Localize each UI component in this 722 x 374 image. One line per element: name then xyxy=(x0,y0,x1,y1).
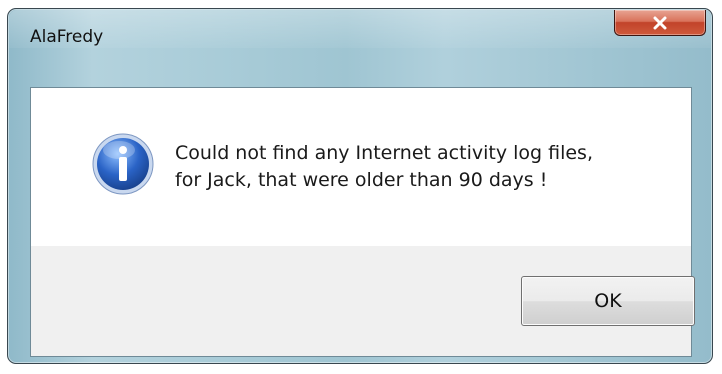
close-icon xyxy=(653,16,667,29)
message-line-1: Could not find any Internet activity log… xyxy=(175,142,593,164)
info-icon xyxy=(92,133,154,195)
close-button[interactable] xyxy=(614,10,706,36)
dialog-body: Could not find any Internet activity log… xyxy=(30,87,695,357)
message-text: Could not find any Internet activity log… xyxy=(175,140,675,194)
message-line-2: for Jack, that were older than 90 days ! xyxy=(175,169,548,191)
dialog-window: AlaFredy Could not find any Internet act… xyxy=(7,8,713,364)
message-area: Could not find any Internet activity log… xyxy=(31,88,691,246)
window-title: AlaFredy xyxy=(30,27,104,47)
ok-button[interactable]: OK xyxy=(521,276,695,326)
